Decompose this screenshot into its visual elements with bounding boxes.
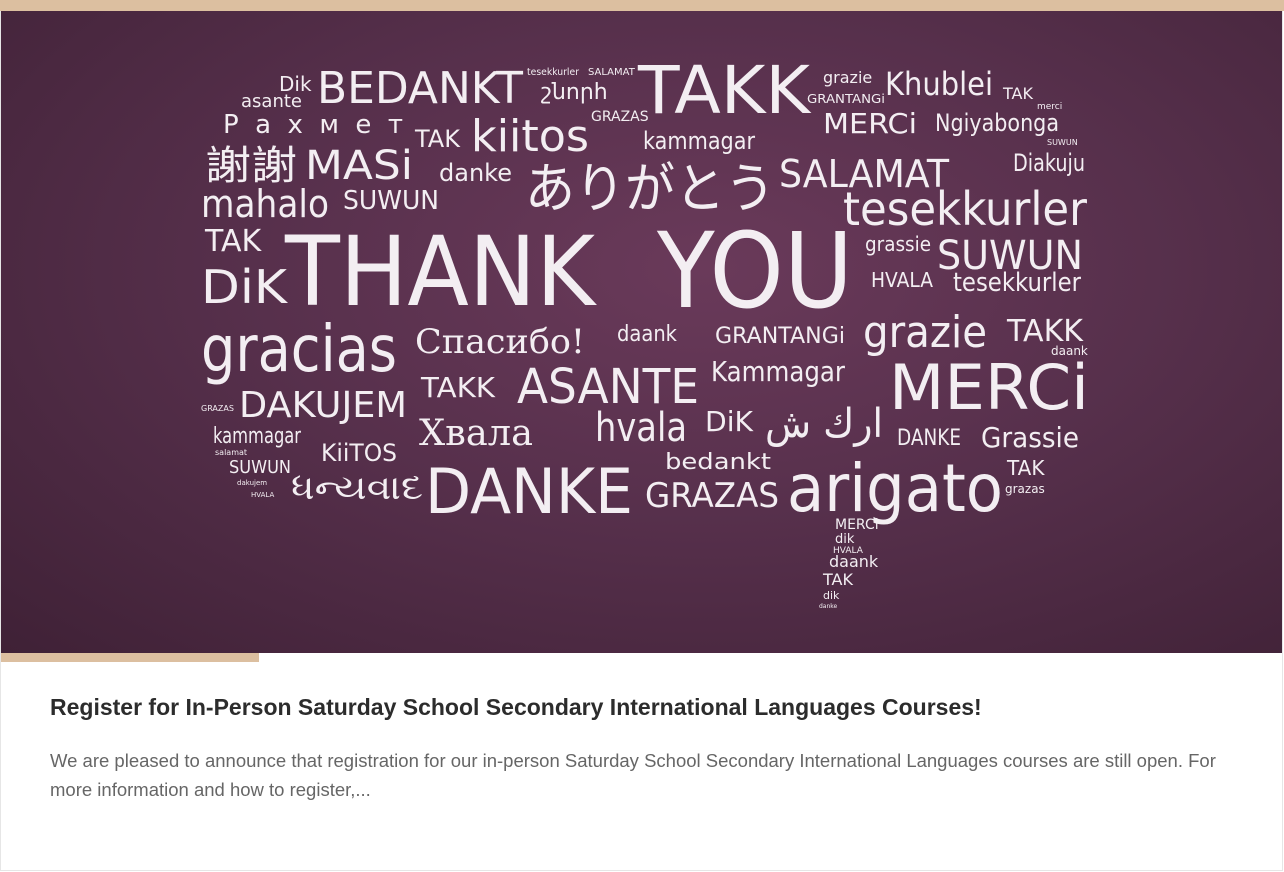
- chalk-word: DiK: [705, 405, 754, 438]
- chalk-word: ارك ش: [765, 401, 883, 447]
- chalk-word: BEDANKT: [317, 63, 523, 114]
- chalk-word: danke: [819, 603, 838, 610]
- chalk-word: MERCi: [889, 351, 1089, 424]
- post-excerpt: We are pleased to announce that registra…: [50, 750, 1216, 800]
- top-accent-bar: [0, 0, 1284, 11]
- chalk-word: gracias: [201, 313, 397, 387]
- chalk-word: tesekkurler: [527, 67, 580, 78]
- chalk-word: DAKUJEM: [239, 385, 407, 426]
- chalk-word: GRAZAS: [645, 476, 779, 516]
- chalk-word: HVALA: [251, 491, 274, 499]
- chalk-word: Спасибо!: [415, 322, 585, 362]
- chalk-word: YOU: [656, 210, 853, 332]
- chalk-word: SALAMAT: [588, 67, 636, 78]
- chalk-word: kammagar: [213, 424, 302, 449]
- featured-image-thank-you-chalkboard[interactable]: Dik BEDANKT tesekkurler SALAMAT շնորհ TA…: [1, 11, 1283, 653]
- chalk-word: TAK: [414, 125, 461, 153]
- chalk-word: kiitos: [471, 111, 589, 162]
- chalk-word: ધન્યવાદ: [291, 468, 423, 508]
- post-title[interactable]: Register for In-Person Saturday School S…: [50, 692, 1240, 722]
- chalk-word: SUWUN: [1047, 138, 1078, 147]
- chalk-word: MERCi: [835, 517, 879, 533]
- chalk-word: kammagar: [643, 127, 755, 155]
- chalk-word: Ngiyabonga: [935, 109, 1059, 137]
- thank-you-word-cloud: Dik BEDANKT tesekkurler SALAMAT շնորհ TA…: [201, 52, 1089, 610]
- post-card: Dik BEDANKT tesekkurler SALAMAT շնորհ TA…: [0, 0, 1284, 872]
- chalk-word: asante: [241, 91, 302, 112]
- chalk-word: daank: [829, 552, 879, 571]
- chalk-word: Khublei: [885, 65, 993, 103]
- chalk-word: KiiTOS: [321, 439, 397, 467]
- chalk-word: arigato: [787, 450, 1003, 527]
- chalk-word: salamat: [215, 448, 247, 457]
- chalk-word: tesekkurler: [843, 182, 1087, 236]
- chalk-word: THANK: [284, 216, 597, 328]
- chalk-word: grassie: [865, 232, 931, 256]
- chalk-word: Хвала: [419, 413, 533, 454]
- chalk-word: TAK: [822, 570, 853, 589]
- chalk-word: DiK: [201, 260, 289, 314]
- chalk-word: dik: [835, 532, 855, 547]
- chalk-word: tesekkurler: [953, 268, 1081, 298]
- chalk-word: GRANTANGi: [807, 92, 885, 106]
- chalk-word: dik: [823, 589, 840, 602]
- chalk-word: daank: [617, 322, 677, 347]
- chalk-word: TAK: [204, 224, 263, 259]
- chalk-word: TAK: [1006, 456, 1045, 480]
- chalk-word: SUWUN: [343, 186, 439, 216]
- chalk-word: grazas: [1005, 482, 1045, 496]
- chalk-word: dakujem: [237, 479, 267, 487]
- chalk-word: TAKK: [420, 371, 496, 404]
- chalk-word: HVALA: [871, 268, 933, 292]
- chalk-word: Рахмет: [223, 110, 403, 140]
- chalk-word: hvala: [595, 405, 687, 451]
- chalk-word: GRAZAS: [201, 404, 234, 413]
- chalk-word: SUWUN: [229, 457, 291, 478]
- chalk-word: DANKE: [897, 426, 961, 451]
- chalk-word: TAKK: [637, 52, 812, 129]
- chalk-word: Kammagar: [711, 355, 845, 388]
- chalk-word: TAK: [1002, 84, 1033, 103]
- chalk-word: Diakuju: [1013, 149, 1085, 177]
- chalk-word: MERCi: [823, 107, 917, 140]
- chalk-word: GRAZAS: [591, 109, 649, 125]
- chalk-word: bedankt: [665, 450, 771, 475]
- chalk-word: GRANTANGi: [715, 324, 845, 349]
- bottom-accent-bar: [1, 653, 259, 662]
- chalk-word: DANKE: [425, 455, 633, 528]
- chalk-word: շնորհ: [541, 80, 608, 105]
- chalk-word: grazie: [823, 68, 872, 87]
- chalk-word: danke: [439, 159, 512, 187]
